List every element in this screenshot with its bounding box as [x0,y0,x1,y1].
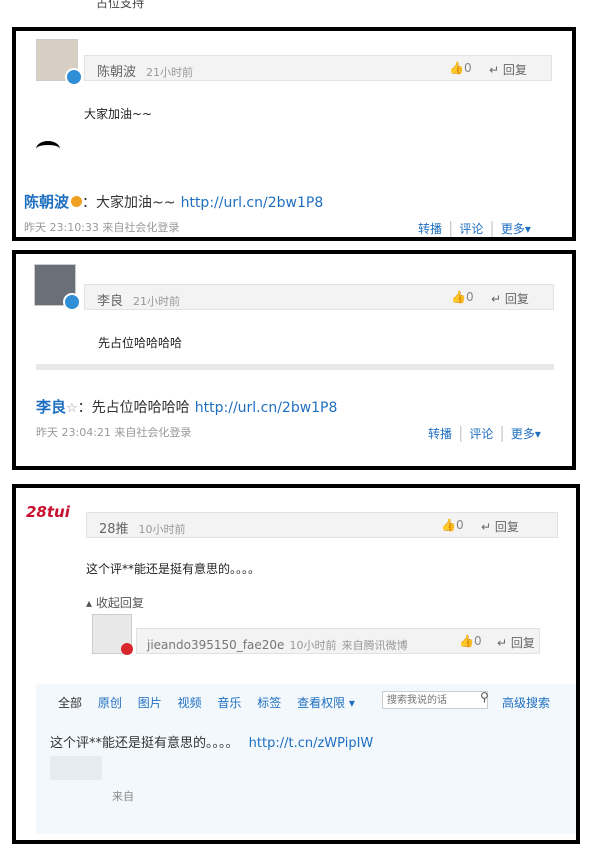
sub-like-button[interactable]: 👍0 [459,634,482,648]
weibo-post-line: 这个评**能还是挺有意思的。。。。 http://t.cn/zWPipIW [50,736,374,751]
comment-card-1: 陈朝波 21小时前 👍0 ↵ 回复 大家加油~~ 陈朝波 ：大家加油~~ http:… [12,27,576,241]
nav-music[interactable]: 音乐 [217,696,241,710]
sub-avatar[interactable] [92,614,133,655]
sub-comment-source: 来自腾讯微博 [341,639,408,652]
more-button[interactable]: 更多▾ [501,222,531,236]
comment-header-bar: 李良 21小时前 👍0 ↵ 回复 [84,284,554,310]
post-author[interactable]: 李良 [36,398,66,416]
reply-arrow-icon: ↵ [481,520,492,534]
nav-original[interactable]: 原创 [98,696,122,710]
commenter-name[interactable]: 28推 [99,522,129,537]
faded-thumbnail [50,756,102,780]
comment-header-bar: 28推 10小时前 👍0 ↵ 回复 [86,512,558,538]
comment-header-bar: 陈朝波 21小时前 👍0 ↵ 回复 [84,55,552,81]
forward-button[interactable]: 转播 [418,222,442,236]
comment-time: 21小时前 [146,66,194,79]
comment-content: 先占位哈哈哈哈 [98,336,183,350]
post-line: 李良☆：先占位哈哈哈哈 http://url.cn/2bw1P8 [36,398,338,416]
comment-content: 大家加油~~ [84,107,153,121]
like-button[interactable]: 👍0 [451,290,474,304]
comment-time: 21小时前 [133,295,181,308]
sub-comment-time: 10小时前 [289,639,337,652]
nav-all[interactable]: 全部 [58,696,82,710]
nav-permissions-dropdown[interactable]: 查看权限 ▾ [297,696,355,710]
post-meta: 昨天 23:10:33 来自社会化登录 [24,221,180,234]
weibo-badge-icon [121,643,133,655]
comment-card-3: 28tui 28推 10小时前 👍0 ↵ 回复 这个评**能还是挺有意思的。。。。… [12,484,580,844]
verified-icon [71,196,83,207]
forward-button[interactable]: 转播 [428,427,452,441]
nav-images[interactable]: 图片 [138,696,162,710]
logo-text: 28tui [26,503,70,521]
more-button[interactable]: 更多▾ [511,427,541,441]
sub-like-count: 0 [473,634,482,648]
avatar[interactable] [34,264,81,311]
sub-comment-bar: jieando395150_fae20e 10小时前 来自腾讯微博 👍0 ↵ 回… [136,628,540,654]
post-actions: 转播 | 评论 | 更多▾ [428,423,541,442]
collapse-replies-button[interactable]: ▴ 收起回复 [86,594,144,611]
comment-card-2: 李良 21小时前 👍0 ↵ 回复 先占位哈哈哈哈 李良☆：先占位哈哈哈哈 http… [12,250,576,470]
post-author[interactable]: 陈朝波 [24,193,69,211]
like-count: 0 [455,518,464,532]
reply-arrow-icon: ↵ [491,292,502,306]
comment-content: 这个评**能还是挺有意思的。。。。 [86,562,261,576]
loading-arc-icon [36,141,60,157]
post-meta: 昨天 23:04:21 来自社会化登录 [36,426,192,439]
comment-button[interactable]: 评论 [459,222,483,236]
divider [36,364,554,370]
like-count: 0 [465,290,474,304]
comment-time: 10小时前 [138,523,186,536]
collapse-arrow-icon: ▴ [86,596,93,610]
post-link[interactable]: http://url.cn/2bw1P8 [181,195,324,211]
like-count: 0 [463,61,472,75]
post-actions: 转播 | 评论 | 更多▾ [418,218,531,237]
post-link[interactable]: http://url.cn/2bw1P8 [195,400,338,416]
site-logo[interactable]: 28tui [26,502,72,528]
avatar[interactable] [36,39,83,86]
search-icon[interactable]: ⚲ [480,690,489,704]
commenter-name[interactable]: 李良 [97,294,123,309]
post-line: 陈朝波 ：大家加油~~ http://url.cn/2bw1P8 [24,193,324,211]
sub-reply-button[interactable]: ↵ 回复 [497,634,535,651]
like-button[interactable]: 👍0 [449,61,472,75]
sub-commenter-name[interactable]: jieando395150_fae20e [147,638,284,652]
weibo-post-source: 来自 [112,790,134,803]
weibo-post-link[interactable]: http://t.cn/zWPipIW [249,736,374,751]
weibo-badge-icon [63,293,81,311]
star-icon: ☆ [66,401,78,416]
weibo-badge-icon [65,68,83,86]
reply-arrow-icon: ↵ [497,636,508,650]
reply-button[interactable]: ↵ 回复 [481,518,519,535]
weibo-nav: 全部 原创 图片 视频 音乐 标签 查看权限 ▾ [58,694,355,711]
like-button[interactable]: 👍0 [441,518,464,532]
advanced-search-link[interactable]: 高级搜索 [502,694,550,711]
commenter-name[interactable]: 陈朝波 [97,65,136,80]
search-input[interactable] [382,691,488,709]
reply-button[interactable]: ↵ 回复 [489,61,527,78]
reply-button[interactable]: ↵ 回复 [491,290,529,307]
nav-tags[interactable]: 标签 [257,696,281,710]
top-cut-text: 占位支持 [96,0,145,10]
comment-button[interactable]: 评论 [469,427,493,441]
nav-video[interactable]: 视频 [178,696,202,710]
reply-arrow-icon: ↵ [489,63,500,77]
